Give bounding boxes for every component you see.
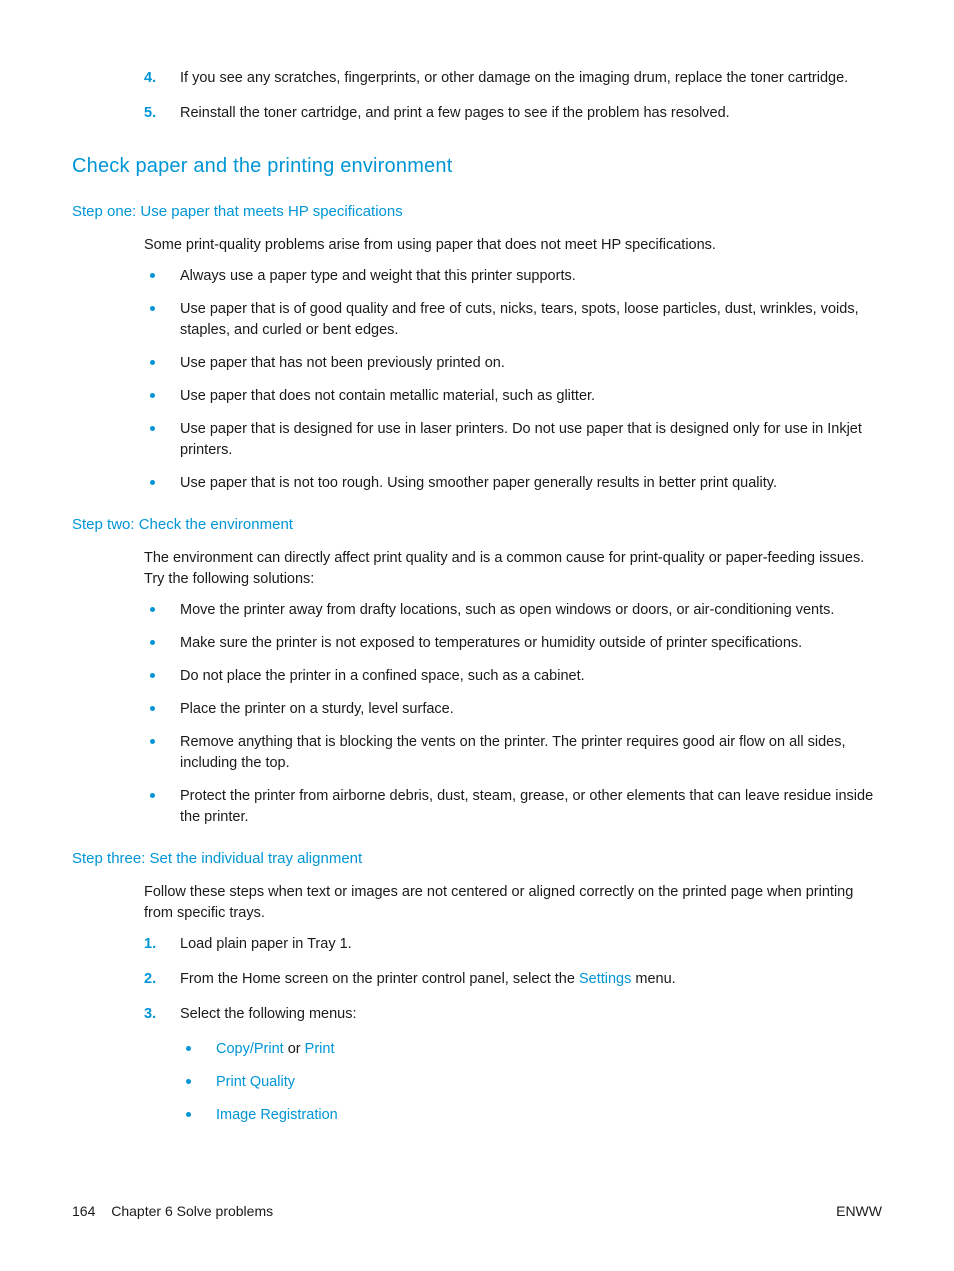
step-two-intro: The environment can directly affect prin… bbox=[144, 548, 882, 590]
ordered-list-continued: 4. If you see any scratches, fingerprint… bbox=[144, 68, 882, 124]
list-item: Print Quality bbox=[180, 1072, 882, 1093]
list-item: Use paper that has not been previously p… bbox=[144, 353, 882, 374]
ui-term-settings: Settings bbox=[579, 971, 631, 987]
list-item: 3. Select the following menus: Copy/Prin… bbox=[144, 1004, 882, 1126]
content-area: 4. If you see any scratches, fingerprint… bbox=[72, 68, 882, 1126]
step-three-heading: Step three: Set the individual tray alig… bbox=[72, 848, 882, 870]
list-item: 2. From the Home screen on the printer c… bbox=[144, 969, 882, 990]
list-text: Reinstall the toner cartridge, and print… bbox=[180, 105, 730, 121]
list-item: Move the printer away from drafty locati… bbox=[144, 600, 882, 621]
footer-left: 164 Chapter 6 Solve problems bbox=[72, 1201, 273, 1221]
list-item: Use paper that is of good quality and fr… bbox=[144, 299, 882, 341]
list-marker: 1. bbox=[144, 934, 156, 955]
ui-term-print: Print bbox=[305, 1041, 335, 1057]
page-footer: 164 Chapter 6 Solve problems ENWW bbox=[72, 1201, 882, 1221]
step-three-ordered: 1. Load plain paper in Tray 1. 2. From t… bbox=[144, 934, 882, 1126]
list-item: 5. Reinstall the toner cartridge, and pr… bbox=[144, 103, 882, 124]
step-one-intro: Some print-quality problems arise from u… bbox=[144, 235, 882, 256]
page-number: 164 bbox=[72, 1203, 95, 1219]
list-text: Select the following menus: bbox=[180, 1006, 357, 1022]
list-item: Image Registration bbox=[180, 1105, 882, 1126]
step-two-bullets: Move the printer away from drafty locati… bbox=[144, 600, 882, 828]
footer-right: ENWW bbox=[836, 1201, 882, 1221]
list-item: Use paper that is not too rough. Using s… bbox=[144, 473, 882, 494]
list-marker: 3. bbox=[144, 1004, 156, 1025]
list-item: Use paper that does not contain metallic… bbox=[144, 386, 882, 407]
list-item: 1. Load plain paper in Tray 1. bbox=[144, 934, 882, 955]
list-item: Protect the printer from airborne debris… bbox=[144, 786, 882, 828]
page: 4. If you see any scratches, fingerprint… bbox=[0, 0, 954, 1271]
section-heading: Check paper and the printing environment bbox=[72, 152, 882, 181]
chapter-title: Chapter 6 Solve problems bbox=[111, 1203, 273, 1219]
step-one-heading: Step one: Use paper that meets HP specif… bbox=[72, 201, 882, 223]
list-item: Remove anything that is blocking the ven… bbox=[144, 732, 882, 774]
list-item: Make sure the printer is not exposed to … bbox=[144, 633, 882, 654]
text-sep: or bbox=[284, 1041, 305, 1057]
list-item: Always use a paper type and weight that … bbox=[144, 266, 882, 287]
list-text: From the Home screen on the printer cont… bbox=[180, 971, 676, 987]
list-item: Place the printer on a sturdy, level sur… bbox=[144, 699, 882, 720]
ui-term-copy-print: Copy/Print bbox=[216, 1041, 284, 1057]
list-text: Load plain paper in Tray 1. bbox=[180, 936, 352, 952]
step-one-bullets: Always use a paper type and weight that … bbox=[144, 266, 882, 494]
list-item: Do not place the printer in a confined s… bbox=[144, 666, 882, 687]
list-item: Use paper that is designed for use in la… bbox=[144, 419, 882, 461]
text-pre: From the Home screen on the printer cont… bbox=[180, 971, 579, 987]
list-marker: 5. bbox=[144, 103, 156, 124]
list-text: If you see any scratches, fingerprints, … bbox=[180, 70, 848, 86]
list-item: 4. If you see any scratches, fingerprint… bbox=[144, 68, 882, 89]
list-marker: 4. bbox=[144, 68, 156, 89]
list-marker: 2. bbox=[144, 969, 156, 990]
text-post: menu. bbox=[631, 971, 675, 987]
list-item: Copy/Print or Print bbox=[180, 1039, 882, 1060]
step-two-heading: Step two: Check the environment bbox=[72, 514, 882, 536]
menu-path-list: Copy/Print or Print Print Quality Image … bbox=[180, 1039, 882, 1126]
ui-term-print-quality: Print Quality bbox=[216, 1074, 295, 1090]
ui-term-image-registration: Image Registration bbox=[216, 1107, 338, 1123]
step-three-intro: Follow these steps when text or images a… bbox=[144, 882, 882, 924]
